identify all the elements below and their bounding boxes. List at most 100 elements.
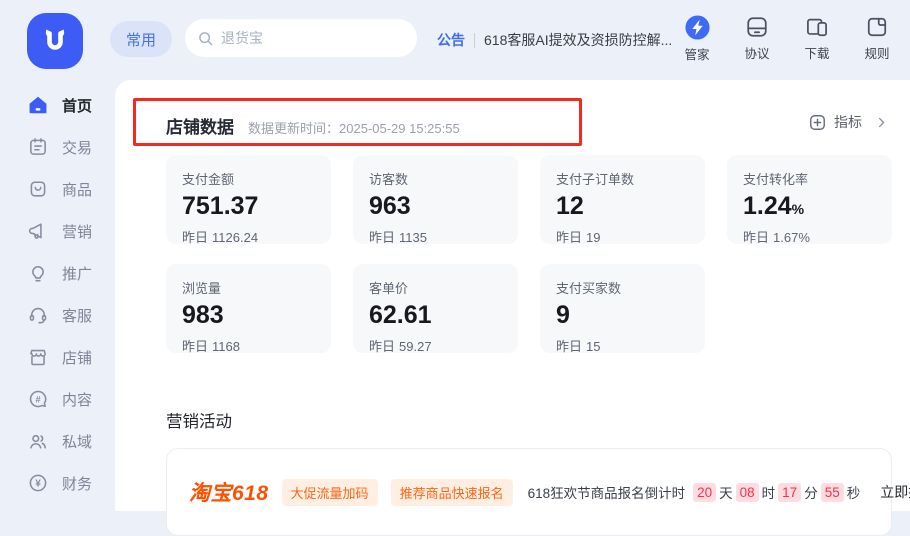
metric-label: 客单价 — [369, 278, 502, 297]
service-icon — [27, 304, 49, 326]
sidebar-item-label: 推广 — [62, 263, 92, 284]
banner-tag: 推荐商品快速报名 — [391, 479, 513, 506]
data-update-time: 数据更新时间：2025-05-29 15:25:55 — [248, 118, 460, 137]
countdown-label: 618狂欢节商品报名倒计时 — [528, 482, 686, 502]
agreement-icon — [744, 14, 770, 40]
page-header: 店铺数据 数据更新时间：2025-05-29 15:25:55 — [166, 113, 460, 138]
bull-icon — [38, 22, 72, 61]
sidebar-item-goods[interactable]: 商品 — [0, 168, 115, 210]
search-input[interactable] — [221, 30, 381, 46]
sidebar-item-shop[interactable]: 店铺 — [0, 336, 115, 378]
top-icon-manager[interactable]: 管家 — [677, 14, 717, 63]
metric-card-paying-buyers[interactable]: 支付买家数 9 昨日15 — [540, 264, 705, 353]
sidebar-item-label: 私域 — [62, 431, 92, 452]
countdown: 20 天 08 时 17 分 55 秒 — [693, 482, 863, 502]
countdown-minutes: 17 — [778, 483, 801, 502]
shop-icon — [27, 346, 49, 368]
announcement-label[interactable]: 公告 — [437, 30, 465, 50]
metric-yesterday: 昨日19 — [556, 227, 689, 246]
metric-card-avg-order-value[interactable]: 客单价 62.61 昨日59.27 — [353, 264, 518, 353]
metric-yesterday: 昨日1126.24 — [182, 227, 315, 246]
metric-value: 12 — [556, 193, 689, 221]
sidebar-item-label: 商品 — [62, 179, 92, 200]
metric-card-page-views[interactable]: 浏览量 983 昨日1168 — [166, 264, 331, 353]
metric-card-visitors[interactable]: 访客数 963 昨日1135 — [353, 155, 518, 244]
metric-label: 支付买家数 — [556, 278, 689, 297]
topbar: 常用 公告 618客服AI提效及资损防控解... 管家 — [0, 0, 910, 80]
sidebar-item-customer-service[interactable]: 客服 — [0, 294, 115, 336]
marketing-banner-618[interactable]: 淘宝618 大促流量加码 推荐商品快速报名 618狂欢节商品报名倒计时 20 天… — [166, 448, 892, 536]
top-icon-label: 规则 — [864, 43, 889, 62]
svg-text:¥: ¥ — [35, 479, 41, 490]
qianniu-logo[interactable] — [27, 13, 83, 69]
metric-yesterday: 昨日1168 — [182, 336, 315, 355]
metric-value: 963 — [369, 193, 502, 221]
page-title: 店铺数据 — [166, 113, 234, 138]
sidebar-item-trade[interactable]: 交易 — [0, 126, 115, 168]
top-icon-download[interactable]: 下载 — [797, 14, 837, 63]
countdown-seconds: 55 — [821, 483, 844, 502]
sidebar-item-content[interactable]: # 内容 — [0, 378, 115, 420]
trade-icon — [27, 136, 49, 158]
sidebar-item-finance[interactable]: ¥ 财务 — [0, 462, 115, 504]
top-icon-label: 下载 — [804, 43, 829, 62]
metrics-grid: 支付金额 751.37 昨日1126.24 访客数 963 昨日1135 支付子… — [166, 155, 892, 353]
sidebar-item-label: 营销 — [62, 221, 92, 242]
sidebar-item-label: 交易 — [62, 137, 92, 158]
divider — [474, 33, 475, 48]
main-panel: 店铺数据 数据更新时间：2025-05-29 15:25:55 指标 支付金额 … — [115, 80, 910, 511]
metric-label: 访客数 — [369, 169, 502, 188]
plus-square-icon — [808, 113, 827, 132]
metric-value: 9 — [556, 302, 689, 330]
metric-config-button[interactable]: 指标 — [808, 112, 888, 132]
metric-card-conversion-rate[interactable]: 支付转化率 1.24% 昨日1.67% — [727, 155, 892, 244]
taobao-618-logo: 淘宝618 — [189, 477, 269, 507]
sidebar-item-label: 内容 — [62, 389, 92, 410]
sidebar-item-label: 首页 — [62, 95, 92, 116]
sidebar-item-marketing[interactable]: 营销 — [0, 210, 115, 252]
top-icon-label: 管家 — [684, 44, 709, 63]
metric-card-pay-amount[interactable]: 支付金额 751.37 昨日1126.24 — [166, 155, 331, 244]
metric-yesterday: 昨日15 — [556, 336, 689, 355]
top-icon-label: 协议 — [744, 43, 769, 62]
metric-label: 支付子订单数 — [556, 169, 689, 188]
home-icon — [27, 94, 49, 116]
finance-icon: ¥ — [27, 472, 49, 494]
countdown-days: 20 — [693, 483, 716, 502]
metric-label: 支付金额 — [182, 169, 315, 188]
metric-yesterday: 昨日1.67% — [743, 227, 876, 246]
sidebar-item-label: 客服 — [62, 305, 92, 326]
sidebar-item-label: 财务 — [62, 473, 92, 494]
sidebar-item-home[interactable]: 首页 — [0, 84, 115, 126]
sidebar-item-private-domain[interactable]: 私域 — [0, 420, 115, 462]
top-icon-rules[interactable]: 规则 — [857, 14, 897, 63]
metric-value: 751.37 — [182, 193, 315, 221]
download-icon — [804, 14, 830, 40]
signup-now-link[interactable]: 立即报名 — [880, 482, 910, 502]
search-icon — [197, 30, 214, 47]
chevron-right-icon — [875, 116, 888, 129]
metric-label: 浏览量 — [182, 278, 315, 297]
private-domain-icon — [27, 430, 49, 452]
metric-config-label: 指标 — [834, 112, 862, 132]
metric-value: 62.61 — [369, 302, 502, 330]
qianniu-dashboard: { "colors": { "accent_blue": "#3D5BF5", … — [0, 0, 910, 511]
sidebar: 首页 交易 商品 营销 — [0, 84, 115, 511]
announcement: 公告 618客服AI提效及资损防控解... — [437, 0, 672, 80]
metric-value: 1.24% — [743, 193, 876, 221]
manager-bolt-icon — [684, 14, 711, 41]
metric-value: 983 — [182, 302, 315, 330]
metric-card-sub-orders[interactable]: 支付子订单数 12 昨日19 — [540, 155, 705, 244]
banner-tag: 大促流量加码 — [282, 479, 378, 506]
quick-access-button[interactable]: 常用 — [110, 21, 172, 57]
announcement-text[interactable]: 618客服AI提效及资损防控解... — [484, 30, 672, 50]
top-icon-agreement[interactable]: 协议 — [737, 14, 777, 63]
marketing-icon — [27, 220, 49, 242]
metric-label: 支付转化率 — [743, 169, 876, 188]
search-box[interactable] — [185, 19, 417, 57]
marketing-section-title: 营销活动 — [166, 408, 232, 432]
sidebar-item-promotion[interactable]: 推广 — [0, 252, 115, 294]
topbar-icon-group: 管家 协议 下载 — [677, 14, 897, 63]
metric-yesterday: 昨日59.27 — [369, 336, 502, 355]
svg-text:#: # — [35, 394, 40, 404]
